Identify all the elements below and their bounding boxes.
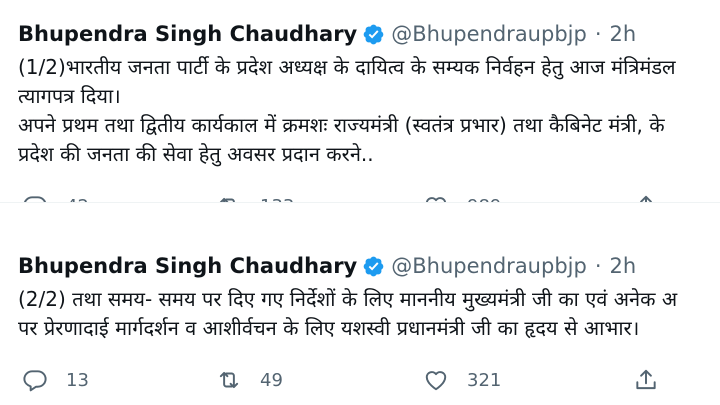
tweet-text: (2/2) तथा समय- समय पर दिए गए निर्देशों क…	[18, 285, 720, 343]
reply-button[interactable]: 13	[22, 365, 89, 395]
retweet-button[interactable]: 133	[216, 191, 294, 203]
reply-icon	[23, 370, 47, 392]
tweet-timestamp[interactable]: 2h	[610, 20, 637, 48]
tweet-text-line: (2/2) तथा समय- समय पर दिए गए निर्देशों क…	[18, 287, 678, 311]
retweet-icon	[219, 197, 235, 202]
tweet-text-line: त्यागपत्र दिया।	[18, 84, 121, 108]
author-name[interactable]: Bhupendra Singh Chaudhary	[18, 252, 357, 280]
tweet[interactable]: Bhupendra Singh Chaudhary @Bhupendraupbj…	[0, 222, 720, 405]
verified-badge-icon	[363, 24, 384, 44]
reply-icon	[23, 196, 47, 202]
tweet-actions: 13 49 321	[18, 365, 698, 395]
retweet-icon	[219, 371, 239, 389]
tweet-text-line: अपने प्रथम तथा द्वितीय कार्यकाल में क्रम…	[18, 113, 665, 137]
retweet-button[interactable]: 49	[216, 365, 283, 395]
author-handle[interactable]: @Bhupendraupbjp	[391, 20, 587, 48]
heart-icon	[426, 197, 446, 202]
share-icon	[640, 195, 652, 202]
like-button[interactable]: 989	[423, 191, 501, 203]
tweet-feed: Bhupendra Singh Chaudhary @Bhupendraupbj…	[0, 0, 720, 405]
share-button[interactable]	[633, 191, 659, 202]
retweet-count: 133	[260, 196, 294, 203]
retweet-count: 49	[260, 369, 283, 391]
author-name[interactable]: Bhupendra Singh Chaudhary	[18, 20, 357, 48]
reply-count: 13	[66, 369, 89, 391]
author-handle[interactable]: @Bhupendraupbjp	[391, 252, 587, 280]
heart-icon	[425, 371, 447, 391]
separator-dot: ·	[594, 254, 602, 278]
separator-dot: ·	[594, 22, 602, 46]
tweet-text-line: (1/2)भारतीय जनता पार्टी के प्रदेश अध्यक्…	[18, 55, 676, 79]
tweet-text: (1/2)भारतीय जनता पार्टी के प्रदेश अध्यक्…	[18, 53, 720, 169]
share-button[interactable]	[633, 365, 659, 395]
tweet[interactable]: Bhupendra Singh Chaudhary @Bhupendraupbj…	[0, 0, 720, 203]
share-icon	[636, 369, 656, 390]
tweet-text-line: प्रदेश की जनता की सेवा हेतु अवसर प्रदान …	[18, 142, 374, 166]
like-count: 321	[467, 369, 502, 391]
tweet-header: Bhupendra Singh Chaudhary @Bhupendraupbj…	[18, 20, 636, 48]
reply-button[interactable]: 42	[22, 191, 89, 203]
tweet-actions: 42 133 989	[18, 191, 698, 203]
like-button[interactable]: 321	[423, 365, 501, 395]
verified-badge-icon	[363, 256, 384, 276]
tweet-text-line: पर प्रेरणादाई मार्गदर्शन व आशीर्वचन के ल…	[18, 316, 640, 340]
tweet-header: Bhupendra Singh Chaudhary @Bhupendraupbj…	[18, 252, 636, 280]
like-count: 989	[467, 196, 501, 203]
tweet-timestamp[interactable]: 2h	[610, 252, 637, 280]
reply-count: 42	[66, 196, 89, 203]
